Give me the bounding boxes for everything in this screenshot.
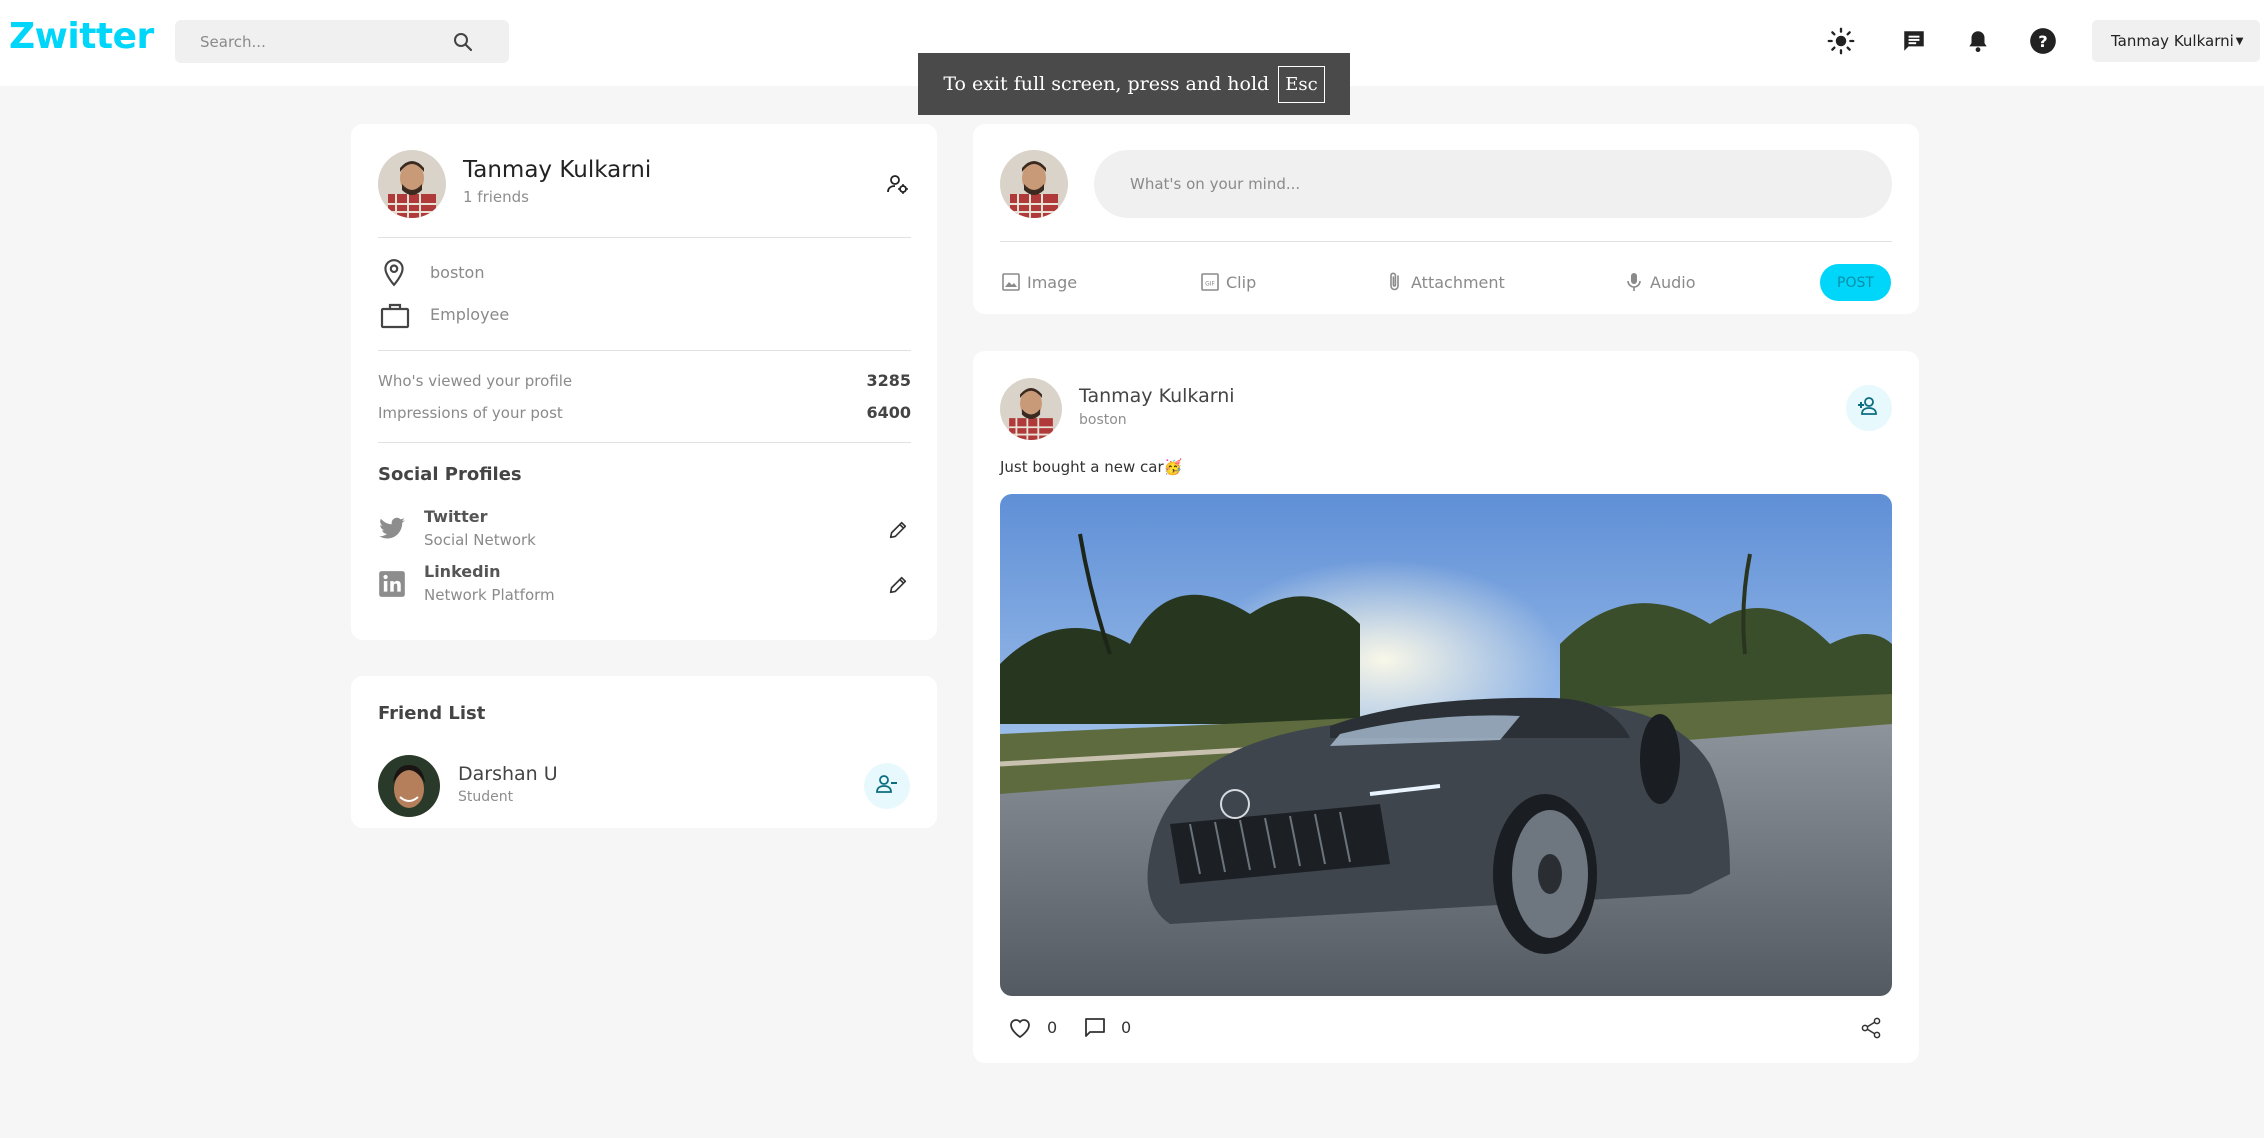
location-icon [379,258,409,288]
stat-label-profile-views: Who's viewed your profile [378,372,573,390]
image-icon [1002,273,1020,291]
attachment-action-label: Attachment [1411,272,1505,292]
fullscreen-toast: To exit full screen, press and hold Esc [918,53,1350,115]
search-input[interactable] [200,20,460,63]
post-author-name[interactable]: Tanmay Kulkarni [1079,385,1235,407]
like-count: 0 [1047,1018,1058,1037]
app-logo[interactable]: Zwitter [9,16,154,57]
post-text: Just bought a new car🥳 [1000,458,1183,476]
search-bar[interactable] [175,20,509,63]
manage-account-icon[interactable] [884,171,912,197]
clip-action[interactable]: GIF Clip [1200,268,1256,296]
post-author-location: boston [1079,412,1127,428]
friend-sub: Student [458,789,514,805]
profile-location: boston [430,263,485,282]
audio-action[interactable]: Audio [1624,268,1695,296]
social-profiles-title: Social Profiles [378,464,522,485]
user-menu-select[interactable]: Tanmay Kulkarni ▼ [2092,20,2260,62]
share-icon[interactable] [1858,1016,1884,1040]
remove-friend-button[interactable] [864,763,910,809]
linkedin-icon [377,569,407,599]
user-menu-label: Tanmay Kulkarni [2111,32,2234,50]
toast-key: Esc [1278,65,1325,103]
bell-icon[interactable] [1962,25,1994,57]
heart-icon[interactable] [1007,1016,1033,1040]
twitter-icon [377,515,407,543]
friend-avatar[interactable] [378,755,440,817]
image-action-label: Image [1027,272,1078,292]
stat-value-impressions: 6400 [866,403,911,422]
stat-label-impressions: Impressions of your post [378,404,563,422]
social-linkedin-sub: Network Platform [424,586,555,604]
audio-action-label: Audio [1650,272,1696,292]
avatar[interactable] [378,150,446,218]
clip-action-label: Clip [1226,272,1257,292]
post-composer-input[interactable] [1094,150,1892,218]
chat-icon[interactable] [1898,25,1930,57]
toast-text: To exit full screen, press and hold [943,73,1270,95]
social-linkedin-name[interactable]: Linkedin [424,562,500,581]
friend-list-card [351,676,937,828]
comment-count: 0 [1121,1018,1132,1037]
post-image[interactable] [1000,494,1892,996]
briefcase-icon [379,300,411,330]
social-twitter-name[interactable]: Twitter [424,507,487,526]
stat-value-profile-views: 3285 [866,371,911,390]
svg-text:GIF: GIF [1205,281,1215,288]
person-add-icon [1857,394,1881,422]
social-twitter-sub: Social Network [424,531,536,549]
chevron-down-icon: ▼ [2235,35,2244,47]
friend-name[interactable]: Darshan U [458,763,558,785]
help-icon[interactable]: ? [2027,25,2059,57]
comment-icon[interactable] [1082,1016,1108,1040]
divider [378,350,911,351]
edit-icon[interactable] [886,518,910,542]
gif-icon: GIF [1201,273,1219,291]
profile-occupation: Employee [430,305,510,324]
divider [378,237,911,238]
mic-icon [1627,273,1641,291]
person-remove-icon [875,772,899,800]
avatar[interactable] [1000,378,1062,440]
add-friend-button[interactable] [1846,385,1892,431]
attachment-icon [1390,272,1399,291]
profile-name[interactable]: Tanmay Kulkarni [463,157,651,183]
post-button[interactable]: POST [1820,264,1891,301]
svg-text:?: ? [2038,32,2047,51]
attachment-action[interactable]: Attachment [1385,268,1505,296]
search-icon[interactable] [451,30,475,54]
image-action[interactable]: Image [1001,268,1077,296]
divider [378,442,911,443]
profile-friends-count: 1 friends [463,188,529,206]
friend-list-title: Friend List [378,703,486,724]
edit-icon[interactable] [886,573,910,597]
divider [1000,241,1892,242]
avatar[interactable] [1000,150,1068,218]
sun-icon[interactable] [1825,25,1857,57]
